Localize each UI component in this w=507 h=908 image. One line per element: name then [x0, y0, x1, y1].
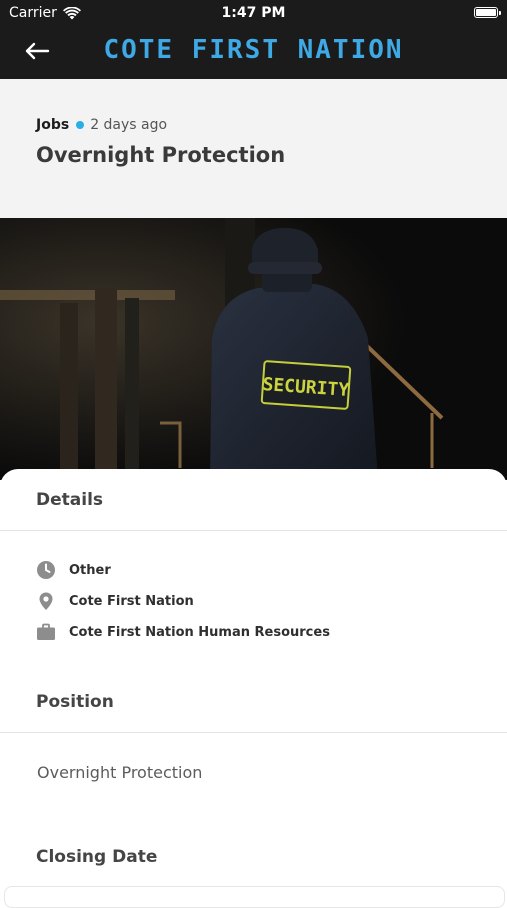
job-hero-image: SECURITY — [0, 218, 507, 480]
briefcase-icon — [36, 622, 56, 642]
location-pin-icon — [36, 591, 56, 611]
separator-dot — [76, 121, 85, 129]
battery-icon — [474, 7, 501, 18]
closing-date-heading: Closing Date — [36, 847, 158, 867]
detail-label-location: Cote First Nation — [69, 593, 194, 609]
closing-date-box — [4, 886, 505, 908]
divider — [0, 530, 507, 531]
position-value: Overnight Protection — [37, 763, 203, 782]
clock-time: 1:47 PM — [221, 5, 286, 21]
job-title: Overnight Protection — [36, 143, 286, 167]
detail-label-type: Other — [69, 562, 111, 578]
detail-row-location: Cote First Nation — [36, 591, 194, 611]
divider — [0, 732, 507, 733]
status-bar: Carrier 1:47 PM — [0, 0, 507, 28]
detail-row-employer: Cote First Nation Human Resources — [36, 622, 330, 642]
detail-row-type: Other — [36, 560, 111, 580]
job-category[interactable]: Jobs — [36, 117, 69, 133]
app-title: COTE FIRST NATION — [103, 35, 404, 65]
details-card — [0, 469, 507, 900]
top-bar: Carrier 1:47 PM COTE FIRST NATION — [0, 0, 507, 79]
job-meta: Jobs 2 days ago — [36, 117, 167, 133]
clock-icon — [36, 560, 56, 580]
detail-label-employer: Cote First Nation Human Resources — [69, 624, 330, 640]
details-heading: Details — [36, 490, 104, 510]
posted-time: 2 days ago — [90, 117, 168, 133]
position-heading: Position — [36, 692, 114, 712]
security-guard-image: SECURITY — [0, 218, 507, 480]
